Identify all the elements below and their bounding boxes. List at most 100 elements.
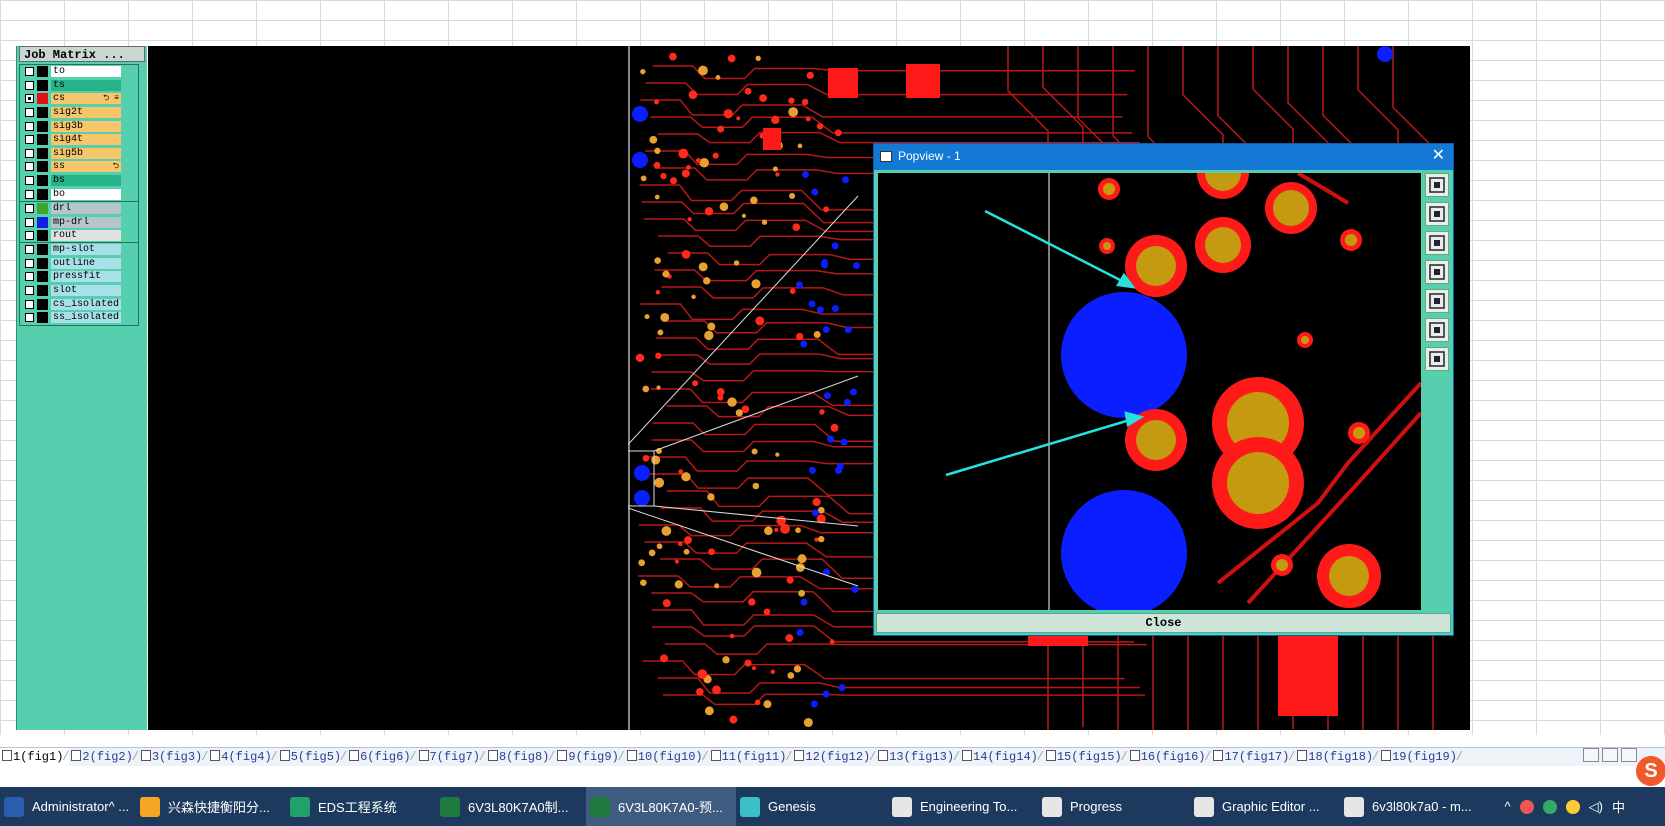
network-icon[interactable]: [1519, 799, 1534, 814]
layer-row-bo[interactable]: bo: [20, 187, 138, 201]
sheet-tab[interactable]: 11(fig11): [709, 748, 793, 766]
taskbar-item[interactable]: Administrator^ ...: [0, 787, 136, 826]
sheet-tab[interactable]: 12(fig12): [792, 748, 876, 766]
layer-color-swatch[interactable]: [37, 93, 48, 105]
layer-name[interactable]: mp-slot: [51, 244, 121, 256]
app-tray-icon[interactable]: [1565, 799, 1580, 814]
layer-row-sig3b[interactable]: sig3b: [20, 119, 138, 133]
layer-name[interactable]: sig4t: [51, 134, 121, 146]
layer-row-pressfit[interactable]: pressfit: [20, 270, 138, 284]
layer-row-sig5b[interactable]: sig5b: [20, 147, 138, 161]
layer-color-swatch[interactable]: [37, 298, 48, 310]
layer-name[interactable]: sig3b: [51, 120, 121, 132]
close-icon[interactable]: ✕: [1432, 147, 1445, 165]
popview-zoomed-view[interactable]: [878, 173, 1421, 610]
layer-row-mp-slot[interactable]: mp-slot: [20, 243, 138, 257]
layer-checkbox[interactable]: [25, 148, 34, 158]
sheet-tab[interactable]: 17(fig17): [1211, 748, 1295, 766]
taskbar-item[interactable]: Progress: [1038, 787, 1190, 826]
layer-row-to[interactable]: to: [20, 65, 138, 79]
sheet-tab[interactable]: 13(fig13): [876, 748, 960, 766]
taskbar-item[interactable]: Engineering To...: [888, 787, 1038, 826]
normal-view-icon[interactable]: [1583, 748, 1599, 762]
layer-row-ts[interactable]: ts: [20, 79, 138, 93]
layer-checkbox[interactable]: [25, 299, 34, 309]
sheet-tab[interactable]: 15(fig15): [1044, 748, 1128, 766]
taskbar-item[interactable]: 6V3L80K7A0制...: [436, 787, 586, 826]
layer-name[interactable]: bo: [51, 188, 121, 200]
layer-checkbox[interactable]: [25, 217, 34, 227]
layer-checkbox[interactable]: [25, 313, 34, 323]
layer-checkbox[interactable]: [25, 272, 34, 282]
layer-name[interactable]: cs ⮌ ≡: [51, 93, 121, 105]
page-break-icon[interactable]: [1621, 748, 1637, 762]
layer-color-swatch[interactable]: [37, 161, 48, 173]
taskbar-item[interactable]: 6v3l80k7a0 - m...: [1340, 787, 1490, 826]
sheet-tab[interactable]: 19(fig19): [1379, 748, 1463, 766]
taskbar-item[interactable]: Graphic Editor ...: [1190, 787, 1340, 826]
layer-row-sig4t[interactable]: sig4t: [20, 133, 138, 147]
layer-name[interactable]: outline: [51, 257, 121, 269]
sheet-tab[interactable]: 5(fig5): [278, 748, 348, 766]
layer-row-cs_isolated[interactable]: cs_isolated: [20, 297, 138, 311]
layer-color-swatch[interactable]: [37, 230, 48, 242]
layer-row-ss_isolated[interactable]: ss_isolated: [20, 311, 138, 325]
layer-color-swatch[interactable]: [37, 79, 48, 91]
layer-checkbox[interactable]: [25, 80, 34, 90]
layer-checkbox[interactable]: [25, 286, 34, 296]
volume-icon[interactable]: ◁): [1589, 799, 1603, 815]
layer-name[interactable]: cs_isolated: [51, 298, 121, 310]
layer-checkbox[interactable]: [25, 121, 34, 131]
sheet-tab[interactable]: 2(fig2): [69, 748, 139, 766]
layer-color-swatch[interactable]: [37, 312, 48, 324]
layer-color-swatch[interactable]: [37, 107, 48, 119]
layer-checkbox[interactable]: [25, 204, 34, 214]
layer-color-swatch[interactable]: [37, 175, 48, 187]
sheet-tab[interactable]: 7(fig7): [417, 748, 486, 766]
layer-checkbox[interactable]: [25, 94, 34, 104]
fit-all-icon[interactable]: [1425, 318, 1449, 342]
layer-row-drl[interactable]: drl: [20, 202, 138, 216]
zoom-out-icon[interactable]: [1425, 231, 1449, 255]
sheet-tab[interactable]: 8(fig8): [486, 748, 556, 766]
layer-color-swatch[interactable]: [37, 244, 48, 256]
taskbar-item[interactable]: EDS工程系统: [286, 787, 436, 826]
popview-window[interactable]: Popview - 1 ✕ Close: [873, 143, 1454, 636]
layer-name[interactable]: pressfit: [51, 271, 121, 283]
layer-color-swatch[interactable]: [37, 188, 48, 200]
pan-right-icon[interactable]: [1425, 289, 1449, 313]
sheet-tab[interactable]: 3(fig3): [139, 748, 209, 766]
sheet-tab[interactable]: 18(fig18): [1295, 748, 1379, 766]
layer-checkbox[interactable]: [25, 189, 34, 199]
layer-name[interactable]: mp-drl: [51, 216, 121, 228]
layer-color-swatch[interactable]: [37, 147, 48, 159]
layer-name[interactable]: sig5b: [51, 147, 121, 159]
layer-checkbox[interactable]: [25, 258, 34, 268]
page-layout-icon[interactable]: [1602, 748, 1618, 762]
layer-row-cs[interactable]: cs ⮌ ≡: [20, 92, 138, 106]
layer-name[interactable]: ss_isolated: [51, 312, 121, 324]
chevron-up-icon[interactable]: ^: [1505, 799, 1511, 814]
taskbar-item[interactable]: 兴森快捷衡阳分...: [136, 787, 286, 826]
sogou-ime-icon[interactable]: S: [1636, 756, 1665, 786]
layer-checkbox[interactable]: [25, 162, 34, 172]
layer-row-ss[interactable]: ss ⮌: [20, 160, 138, 174]
layer-checkbox[interactable]: [25, 176, 34, 186]
layer-name[interactable]: ts: [51, 79, 121, 91]
sheet-tab[interactable]: 10(fig10): [625, 748, 709, 766]
layer-name[interactable]: bs: [51, 175, 121, 187]
layer-name[interactable]: sig2t: [51, 107, 121, 119]
layer-color-swatch[interactable]: [37, 216, 48, 228]
layer-checkbox[interactable]: [25, 245, 34, 255]
sheet-tab[interactable]: 6(fig6): [347, 748, 417, 766]
zoom-in-icon[interactable]: [1425, 202, 1449, 226]
layer-row-slot[interactable]: slot: [20, 284, 138, 298]
layer-row-outline[interactable]: outline: [20, 257, 138, 271]
zoom-fit-icon[interactable]: [1425, 173, 1449, 197]
sheet-tab[interactable]: 16(fig16): [1128, 748, 1212, 766]
layer-color-swatch[interactable]: [37, 134, 48, 146]
layer-color-swatch[interactable]: [37, 257, 48, 269]
sheet-tab[interactable]: 1(fig1): [0, 748, 70, 766]
layer-checkbox[interactable]: [25, 108, 34, 118]
close-button[interactable]: Close: [876, 613, 1451, 633]
